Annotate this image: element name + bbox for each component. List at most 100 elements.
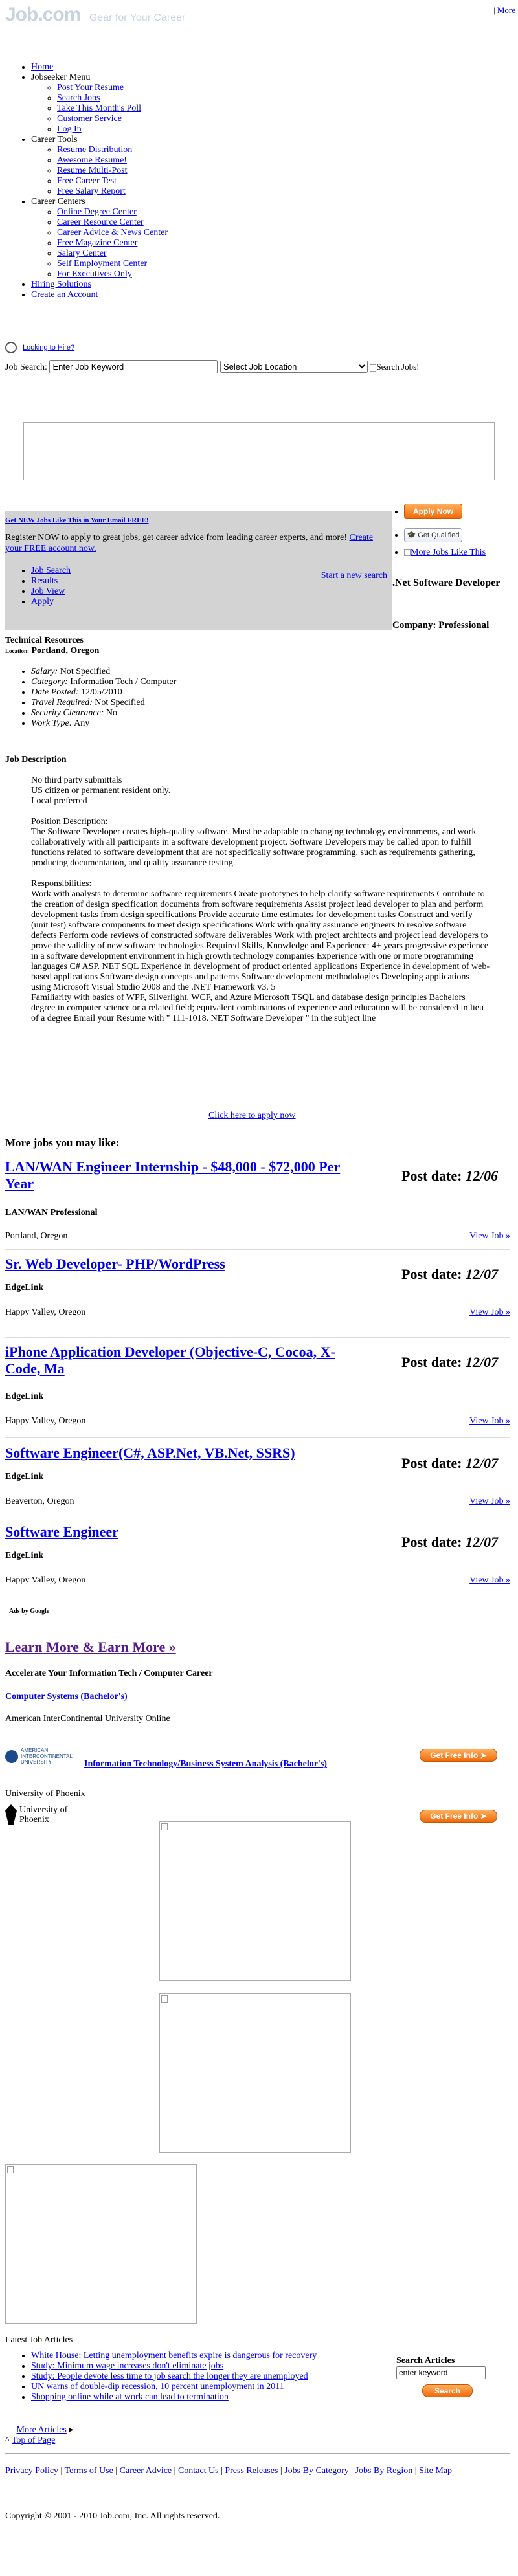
edu-program-link[interactable]: Information Technology/Business System A…	[84, 1759, 327, 1770]
footer-jobs-by-region[interactable]: Jobs By Region	[355, 2466, 413, 2476]
job-details: Salary: Not Specified Category: Informat…	[5, 667, 484, 729]
nav-for-executives[interactable]: For Executives Only	[57, 269, 132, 279]
job-card-title[interactable]: Sr. Web Developer- PHP/WordPress	[5, 1256, 368, 1272]
get-qualified-button[interactable]: 🎓 Get Qualified	[404, 528, 462, 542]
view-job-link[interactable]: View Job »	[469, 1416, 510, 1427]
site-logo[interactable]: Job.com Gear for Your Career	[5, 4, 219, 25]
list-item: Study: People devote less time to job se…	[31, 2371, 407, 2382]
footer-terms-of-use[interactable]: Terms of Use	[65, 2466, 113, 2476]
looking-to-hire-link[interactable]: Looking to Hire?	[23, 344, 74, 351]
nav-online-degree-center[interactable]: Online Degree Center	[57, 207, 137, 217]
nav-customer-service[interactable]: Customer Service	[57, 114, 122, 124]
broken-image-icon	[161, 1995, 168, 2003]
nav-free-salary-report[interactable]: Free Salary Report	[57, 186, 126, 196]
footer-jobs-by-category[interactable]: Jobs By Category	[284, 2466, 349, 2476]
nav-hiring-solutions[interactable]: Hiring Solutions	[31, 280, 91, 289]
broken-image-icon	[7, 2166, 14, 2173]
step-apply[interactable]: Apply	[31, 597, 54, 606]
detail-salary: Salary: Not Specified	[31, 667, 484, 677]
view-job-link[interactable]: View Job »	[469, 1231, 510, 1241]
apply-now-link[interactable]: Click here to apply now	[208, 1111, 296, 1121]
more-link[interactable]: More	[497, 5, 515, 15]
footer-press-releases[interactable]: Press Releases	[225, 2466, 278, 2476]
nav-post-resume[interactable]: Post Your Resume	[57, 83, 124, 93]
brand-tagline: Gear for Your Career	[89, 12, 186, 23]
footer-privacy-policy[interactable]: Privacy Policy	[5, 2466, 58, 2476]
footer-contact-us[interactable]: Contact Us	[178, 2466, 219, 2476]
job-card-title[interactable]: LAN/WAN Engineer Internship - $48,000 - …	[5, 1159, 368, 1192]
job-search-bar: Job Search: Select Job Location Search J…	[5, 360, 420, 373]
nav-free-career-test[interactable]: Free Career Test	[57, 176, 117, 186]
job-location-select[interactable]: Select Job Location	[220, 361, 368, 373]
job-search-label: Job Search:	[5, 362, 47, 372]
top-of-page-link[interactable]: Top of Page	[12, 2436, 55, 2445]
job-card-post-date: Post date: 12/07	[401, 1455, 498, 1472]
job-title: .Net Software Developer	[392, 577, 501, 588]
footer-site-map[interactable]: Site Map	[419, 2466, 452, 2476]
view-job-link[interactable]: View Job »	[469, 1496, 510, 1507]
more-articles-link[interactable]: More Articles	[17, 2425, 67, 2435]
step-results[interactable]: Results	[31, 576, 58, 586]
step-job-search[interactable]: Job Search	[31, 566, 71, 575]
footer-career-advice[interactable]: Career Advice	[120, 2466, 172, 2476]
detail-value: Not Specified	[60, 667, 111, 676]
latest-articles-list: White House: Letting unemployment benefi…	[5, 2351, 407, 2403]
step-job-view[interactable]: Job View	[31, 586, 65, 596]
ad-image-placeholder[interactable]	[5, 2164, 197, 2324]
aiu-logo[interactable]: AMERICAN INTERCONTINENTAL UNIVERSITY	[5, 1748, 76, 1770]
nav-career-advice-news[interactable]: Career Advice & News Center	[57, 228, 168, 238]
job-description-heading: Job Description	[5, 755, 67, 764]
search-articles-button[interactable]: Search	[422, 2384, 473, 2397]
get-free-info-button[interactable]: Get Free Info ➤	[420, 1810, 497, 1823]
view-job-link[interactable]: View Job »	[469, 1307, 510, 1318]
nav-monthly-poll[interactable]: Take This Month's Poll	[57, 104, 141, 113]
article-link[interactable]: Shopping online while at work can lead t…	[31, 2392, 229, 2402]
nav-create-account[interactable]: Create an Account	[31, 290, 98, 300]
job-card-company: EdgeLink	[5, 1551, 44, 1560]
get-free-info-button[interactable]: Get Free Info ➤	[420, 1749, 497, 1762]
uop-logo[interactable]: University of Phoenix	[5, 1804, 89, 1833]
article-link[interactable]: Study: People devote less time to job se…	[31, 2371, 308, 2381]
broken-image-icon	[370, 364, 377, 372]
job-actions: Apply Now 🎓 Get Qualified More Jobs Like…	[392, 504, 518, 558]
nav-log-in[interactable]: Log In	[57, 124, 82, 134]
ad-banner-placeholder[interactable]	[23, 422, 495, 480]
footer-divider	[5, 2453, 510, 2454]
nav-salary-center[interactable]: Salary Center	[57, 249, 107, 258]
edu-program-link[interactable]: Computer Systems (Bachelor's)	[5, 1692, 128, 1702]
job-card-title[interactable]: Software Engineer(C#, ASP.Net, VB.Net, S…	[5, 1445, 368, 1461]
more-jobs-like-this-link[interactable]: More Jobs Like This	[404, 548, 486, 557]
nav-search-jobs[interactable]: Search Jobs	[57, 93, 100, 103]
nav-career-resource-center[interactable]: Career Resource Center	[57, 217, 144, 227]
article-link[interactable]: Study: Minimum wage increases don't elim…	[31, 2361, 223, 2371]
job-card-location: Portland, Oregon	[5, 1231, 68, 1241]
view-job-link[interactable]: View Job »	[469, 1575, 510, 1586]
free-email-alert-link[interactable]: Get NEW Jobs Like This in Your Email FRE…	[5, 516, 148, 524]
nav-self-employment-center[interactable]: Self Employment Center	[57, 259, 147, 269]
job-card-title[interactable]: iPhone Application Developer (Objective-…	[5, 1344, 368, 1377]
article-link[interactable]: UN warns of double-dip recession, 10 per…	[31, 2382, 284, 2392]
article-link[interactable]: White House: Letting unemployment benefi…	[31, 2351, 317, 2360]
nav-free-magazine-center[interactable]: Free Magazine Center	[57, 238, 137, 248]
nav-resume-distribution[interactable]: Resume Distribution	[57, 145, 132, 155]
nav-awesome-resume[interactable]: Awesome Resume!	[57, 155, 127, 165]
nav-resume-multipost[interactable]: Resume Multi-Post	[57, 166, 128, 175]
search-articles-input[interactable]	[396, 2366, 486, 2379]
start-new-search-link[interactable]: Start a new search	[321, 571, 387, 581]
magnifier-icon	[5, 342, 17, 353]
job-card-title[interactable]: Software Engineer	[5, 1524, 368, 1540]
ads-by-google[interactable]: Ads by Google	[9, 1608, 49, 1615]
ad-image-placeholder[interactable]	[159, 1993, 351, 2153]
search-jobs-button[interactable]: Search Jobs!	[370, 362, 420, 372]
learn-more-earn-more-link[interactable]: Learn More & Earn More »	[5, 1639, 176, 1656]
broken-image-icon	[161, 1823, 168, 1830]
job-card-location: Beaverton, Oregon	[5, 1496, 74, 1506]
apply-now-button[interactable]: Apply Now	[404, 504, 462, 519]
nav-home[interactable]: Home	[31, 62, 53, 72]
ad-image-placeholder[interactable]	[159, 1821, 351, 1981]
job-keyword-input[interactable]	[49, 360, 218, 373]
divider	[5, 1249, 510, 1250]
detail-key: Travel Required:	[31, 698, 93, 707]
location-value: Portland, Oregon	[31, 646, 100, 656]
job-card-location: Happy Valley, Oregon	[5, 1307, 86, 1317]
